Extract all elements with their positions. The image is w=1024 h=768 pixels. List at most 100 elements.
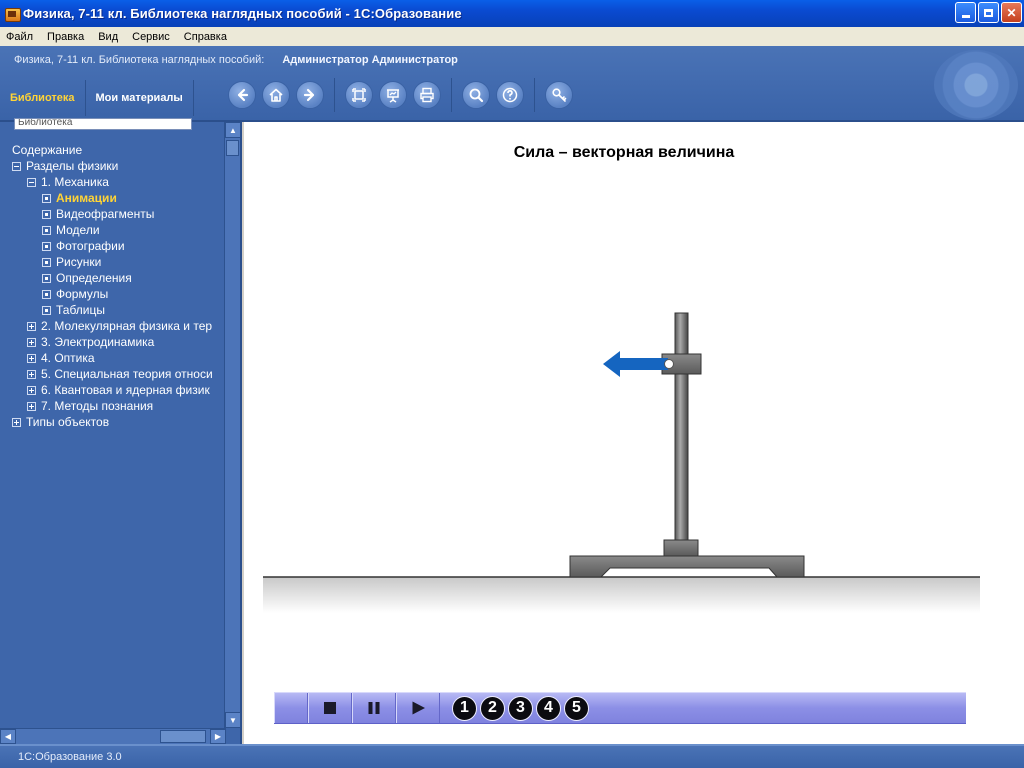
tab-my-materials[interactable]: Мои материалы — [86, 80, 194, 116]
tree-item-label: 5. Специальная теория относи — [41, 367, 213, 381]
scroll-up-icon[interactable]: ▲ — [225, 122, 241, 138]
minimize-icon — [961, 15, 970, 18]
key-button[interactable] — [545, 81, 573, 109]
tree-item-label: 4. Оптика — [41, 351, 95, 365]
tree-item[interactable]: Определения — [0, 270, 226, 286]
step-button-5[interactable]: 5 — [564, 695, 589, 721]
close-button[interactable]: ✕ — [1001, 2, 1022, 23]
expand-icon[interactable] — [27, 337, 36, 347]
tree-item[interactable]: Модели — [0, 222, 226, 238]
tree-item-label: Типы объектов — [26, 415, 110, 429]
status-bar: 1С:Образование 3.0 — [0, 744, 1024, 768]
tree-item[interactable]: 7. Методы познания — [0, 398, 226, 414]
nav-group — [218, 78, 335, 112]
help-button[interactable] — [496, 81, 524, 109]
logo-emblem — [934, 50, 1018, 120]
sidebar: Библиотека Содержание Разделы физики 1. Ме… — [0, 118, 242, 744]
collapse-icon[interactable] — [27, 177, 36, 187]
presentation-button[interactable] — [379, 81, 407, 109]
tree-item-label: Содержание — [12, 143, 83, 157]
expand-icon[interactable] — [12, 417, 21, 427]
tree-item[interactable]: Формулы — [0, 286, 226, 302]
tree-item-label: Модели — [56, 223, 100, 237]
play-button[interactable] — [396, 693, 440, 723]
tree-item-label: Анимации — [56, 191, 117, 205]
tree-item[interactable]: Анимации — [0, 190, 226, 206]
expand-icon[interactable] — [27, 385, 36, 395]
tree-item[interactable]: Разделы физики — [0, 158, 226, 174]
status-text: 1С:Образование 3.0 — [18, 751, 122, 763]
expand-icon[interactable] — [27, 401, 36, 411]
step-button-3[interactable]: 3 — [508, 695, 533, 721]
forward-button[interactable] — [296, 81, 324, 109]
tree-item[interactable]: 6. Квантовая и ядерная физик — [0, 382, 226, 398]
expand-icon[interactable] — [27, 369, 36, 379]
collapse-icon[interactable] — [12, 161, 21, 171]
step-button-1[interactable]: 1 — [452, 695, 477, 721]
stand-foot-block — [663, 539, 699, 557]
leaf-icon — [42, 305, 51, 315]
window-titlebar[interactable]: Физика, 7-11 кл. Библиотека наглядных по… — [0, 0, 1024, 27]
scroll-right-icon[interactable]: ▶ — [210, 729, 226, 744]
tree-item[interactable]: 4. Оптика — [0, 350, 226, 366]
sidebar-horizontal-scrollbar[interactable]: ◀ ▶ — [0, 728, 226, 744]
scroll-thumb[interactable] — [226, 140, 239, 156]
tree-item-label: 6. Квантовая и ядерная физик — [41, 383, 210, 397]
sidebar-vertical-scrollbar[interactable]: ▲ ▼ — [224, 122, 241, 728]
tab-library[interactable]: Библиотека — [0, 80, 86, 116]
arrow-left-icon — [237, 88, 249, 102]
tree-item[interactable]: Фотографии — [0, 238, 226, 254]
step-button-4[interactable]: 4 — [536, 695, 561, 721]
tree-item[interactable]: Видеофрагменты — [0, 206, 226, 222]
scroll-down-icon[interactable]: ▼ — [225, 712, 241, 728]
library-select[interactable]: Библиотека — [14, 118, 192, 130]
tree-item[interactable]: 3. Электродинамика — [0, 334, 226, 350]
player-handle — [274, 693, 308, 723]
back-button[interactable] — [228, 81, 256, 109]
tree-item[interactable]: Рисунки — [0, 254, 226, 270]
step-button-2[interactable]: 2 — [480, 695, 505, 721]
tree-item[interactable]: Типы объектов — [0, 414, 226, 430]
presentation-icon — [387, 89, 399, 103]
app-icon — [4, 6, 21, 22]
help-group — [452, 78, 535, 112]
menu-view[interactable]: Вид — [92, 31, 126, 43]
question-icon — [502, 87, 518, 103]
menu-file[interactable]: Файл — [0, 31, 41, 43]
search-button[interactable] — [462, 81, 490, 109]
tree-item[interactable]: 5. Специальная теория относи — [0, 366, 226, 382]
menu-help[interactable]: Справка — [178, 31, 235, 43]
hscroll-thumb[interactable] — [160, 730, 206, 743]
pause-button[interactable] — [352, 693, 396, 723]
tree-item-label: Разделы физики — [26, 159, 119, 173]
tree-item[interactable]: Содержание — [0, 142, 226, 158]
menu-bar: Файл Правка Вид Сервис Справка — [0, 27, 1024, 46]
tree-item[interactable]: Таблицы — [0, 302, 226, 318]
content-tree: Содержание Разделы физики 1. Механика Анима… — [0, 142, 226, 730]
toolbar — [218, 78, 583, 112]
maximize-button[interactable] — [978, 2, 999, 23]
minimize-button[interactable] — [955, 2, 976, 23]
scroll-left-icon[interactable]: ◀ — [0, 729, 16, 744]
expand-icon[interactable] — [27, 353, 36, 363]
stop-icon — [324, 702, 336, 714]
window-title: Физика, 7-11 кл. Библиотека наглядных по… — [23, 6, 462, 21]
tree-item-label: 1. Механика — [41, 175, 109, 189]
pause-icon — [368, 702, 380, 714]
stand-base — [569, 555, 805, 578]
tree-item-label: Определения — [56, 271, 132, 285]
home-button[interactable] — [262, 81, 290, 109]
fullscreen-icon — [352, 88, 366, 102]
stop-button[interactable] — [308, 693, 352, 723]
tree-item[interactable]: 2. Молекулярная физика и тер — [0, 318, 226, 334]
print-button[interactable] — [413, 81, 441, 109]
menu-service[interactable]: Сервис — [126, 31, 178, 43]
view-group — [335, 78, 452, 112]
restore-icon — [984, 8, 993, 17]
tree-item-label: Таблицы — [56, 303, 106, 317]
tree-item[interactable]: 1. Механика — [0, 174, 226, 190]
leaf-icon — [42, 241, 51, 251]
expand-icon[interactable] — [27, 321, 36, 331]
menu-edit[interactable]: Правка — [41, 31, 92, 43]
fullscreen-button[interactable] — [345, 81, 373, 109]
